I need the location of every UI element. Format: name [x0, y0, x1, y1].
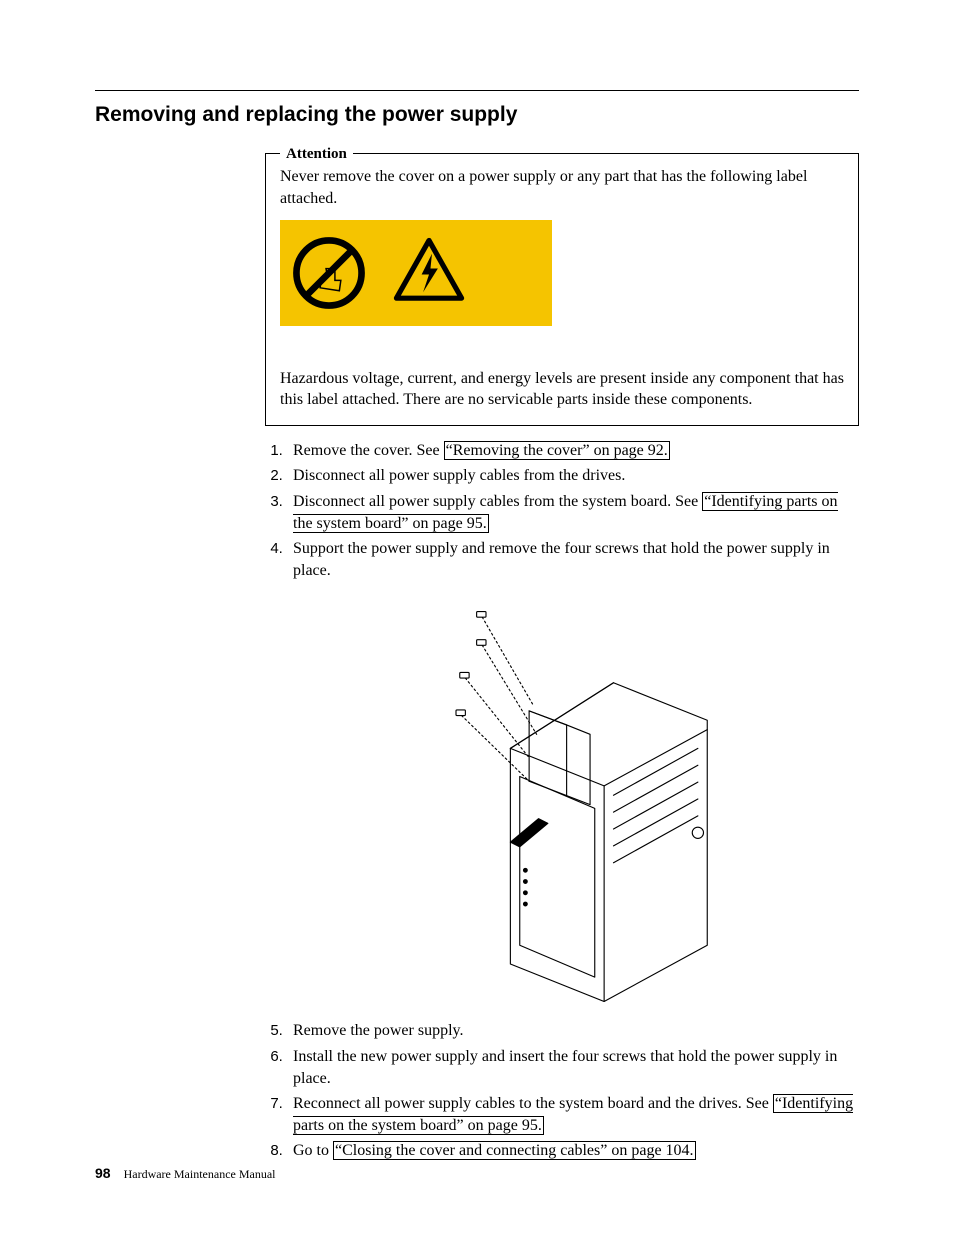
xref-removing-cover[interactable]: “Removing the cover” on page 92. [444, 441, 670, 460]
step-text: Remove the cover. See [293, 442, 444, 459]
page-number: 98 [95, 1165, 111, 1181]
section-heading: Removing and replacing the power supply [95, 101, 859, 129]
procedure-list: Remove the cover. See “Removing the cove… [265, 440, 859, 1162]
step-4: Support the power supply and remove the … [287, 538, 859, 1008]
diagram-remove-psu [293, 589, 859, 1008]
step-2: Disconnect all power supply cables from … [287, 465, 859, 487]
attention-hazard: Hazardous voltage, current, and energy l… [280, 368, 844, 411]
step-text: Reconnect all power supply cables to the… [293, 1095, 773, 1112]
step-7: Reconnect all power supply cables to the… [287, 1093, 859, 1136]
attention-box: Attention Never remove the cover on a po… [265, 153, 859, 425]
book-title: Hardware Maintenance Manual [124, 1167, 276, 1181]
step-text: Support the power supply and remove the … [293, 540, 830, 579]
step-text: Disconnect all power supply cables from … [293, 493, 702, 510]
do-not-touch-icon [292, 236, 366, 310]
step-1: Remove the cover. See “Removing the cove… [287, 440, 859, 462]
step-8: Go to “Closing the cover and connecting … [287, 1140, 859, 1162]
rule-top [95, 90, 859, 91]
step-text: Disconnect all power supply cables from … [293, 467, 625, 484]
step-text: Remove the power supply. [293, 1022, 463, 1039]
page-footer: 98 Hardware Maintenance Manual [95, 1164, 276, 1183]
attention-legend: Attention [280, 144, 353, 164]
step-text: Go to [293, 1142, 333, 1159]
high-voltage-icon [392, 236, 466, 310]
step-5: Remove the power supply. [287, 1020, 859, 1042]
step-3: Disconnect all power supply cables from … [287, 491, 859, 534]
content-column: Attention Never remove the cover on a po… [265, 153, 859, 1162]
document-page: Removing and replacing the power supply … [0, 0, 954, 1235]
tower-illustration [426, 589, 726, 1002]
step-text: Install the new power supply and insert … [293, 1048, 837, 1087]
hazard-label-graphic [280, 220, 552, 326]
step-6: Install the new power supply and insert … [287, 1046, 859, 1089]
xref-closing-cover[interactable]: “Closing the cover and connecting cables… [333, 1141, 696, 1160]
attention-intro: Never remove the cover on a power supply… [280, 166, 844, 209]
